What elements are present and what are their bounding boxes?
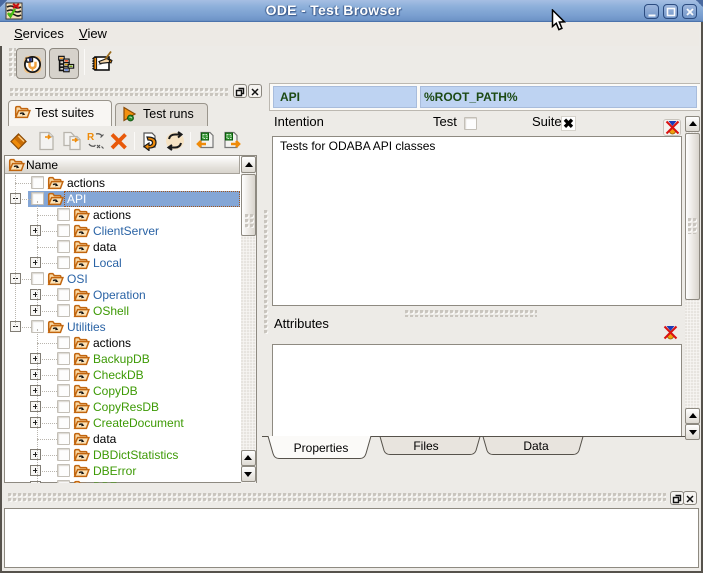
svg-text:Data: Data: [523, 439, 549, 453]
svg-text:Properties: Properties: [294, 441, 349, 455]
svg-text:R: R: [87, 132, 95, 143]
svg-text:Files: Files: [413, 439, 438, 453]
